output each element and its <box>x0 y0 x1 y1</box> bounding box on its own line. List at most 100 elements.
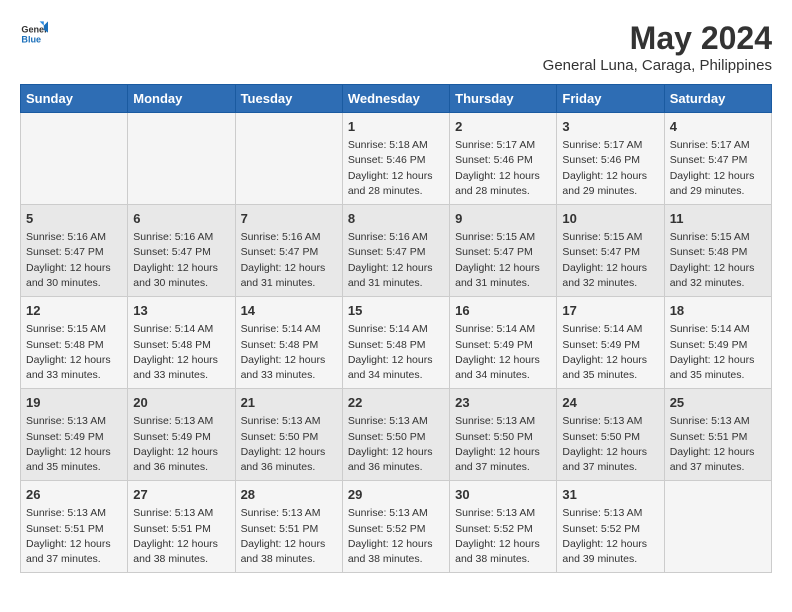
logo: General Blue <box>20 20 48 48</box>
day-number: 25 <box>670 394 766 412</box>
day-number: 2 <box>455 118 551 136</box>
day-info: Sunrise: 5:13 AMSunset: 5:51 PMDaylight:… <box>133 506 229 567</box>
day-info: Sunrise: 5:15 AMSunset: 5:48 PMDaylight:… <box>26 322 122 383</box>
day-number: 19 <box>26 394 122 412</box>
calendar-cell: 24 Sunrise: 5:13 AMSunset: 5:50 PMDayligh… <box>557 389 664 481</box>
day-info: Sunrise: 5:13 AMSunset: 5:49 PMDaylight:… <box>26 414 122 475</box>
calendar-cell: 27Sunrise: 5:13 AMSunset: 5:51 PMDayligh… <box>128 481 235 573</box>
calendar-cell: 13Sunrise: 5:14 AMSunset: 5:48 PMDayligh… <box>128 297 235 389</box>
calendar-cell: 8Sunrise: 5:16 AMSunset: 5:47 PMDaylight… <box>342 205 449 297</box>
day-info: Sunrise: 5:16 AMSunset: 5:47 PMDaylight:… <box>26 230 122 291</box>
calendar-cell: 16Sunrise: 5:14 AMSunset: 5:49 PMDayligh… <box>450 297 557 389</box>
day-info: Sunrise: 5:13 AMSunset: 5:51 PMDaylight:… <box>670 414 766 475</box>
day-header-wednesday: Wednesday <box>342 85 449 113</box>
calendar-cell: 31 Sunrise: 5:13 AMSunset: 5:52 PMDayligh… <box>557 481 664 573</box>
day-number: 12 <box>26 302 122 320</box>
day-number: 26 <box>26 486 122 504</box>
week-row-1: 1 Sunrise: 5:18 AMSunset: 5:46 PMDaylight… <box>21 113 772 205</box>
day-number: 21 <box>241 394 337 412</box>
calendar-cell: 12 Sunrise: 5:15 AMSunset: 5:48 PMDayligh… <box>21 297 128 389</box>
day-info: Sunrise: 5:18 AMSunset: 5:46 PMDaylight:… <box>348 138 444 199</box>
day-number: 10 <box>562 210 658 228</box>
week-row-5: 26 Sunrise: 5:13 AMSunset: 5:51 PMDayligh… <box>21 481 772 573</box>
day-number: 9 <box>455 210 551 228</box>
calendar-cell: 6 Sunrise: 5:16 AMSunset: 5:47 PMDaylight… <box>128 205 235 297</box>
day-info: Sunrise: 5:14 AMSunset: 5:49 PMDaylight:… <box>562 322 658 383</box>
day-number: 15 <box>348 302 444 320</box>
calendar-cell: 11 Sunrise: 5:15 AMSunset: 5:48 PMDayligh… <box>664 205 771 297</box>
day-number: 23 <box>455 394 551 412</box>
day-number: 4 <box>670 118 766 136</box>
calendar-cell: 23Sunrise: 5:13 AMSunset: 5:50 PMDayligh… <box>450 389 557 481</box>
day-number: 1 <box>348 118 444 136</box>
header: General Blue May 2024 General Luna, Cara… <box>20 20 772 74</box>
day-info: Sunrise: 5:17 AMSunset: 5:46 PMDaylight:… <box>562 138 658 199</box>
calendar-cell: 7Sunrise: 5:16 AMSunset: 5:47 PMDaylight… <box>235 205 342 297</box>
day-number: 16 <box>455 302 551 320</box>
calendar-cell <box>128 113 235 205</box>
calendar-cell: 25 Sunrise: 5:13 AMSunset: 5:51 PMDayligh… <box>664 389 771 481</box>
day-number: 18 <box>670 302 766 320</box>
day-number: 29 <box>348 486 444 504</box>
day-header-sunday: Sunday <box>21 85 128 113</box>
logo-icon: General Blue <box>20 20 48 48</box>
day-number: 14 <box>241 302 337 320</box>
calendar-cell <box>664 481 771 573</box>
calendar-cell: 4 Sunrise: 5:17 AMSunset: 5:47 PMDaylight… <box>664 113 771 205</box>
calendar-cell: 22 Sunrise: 5:13 AMSunset: 5:50 PMDayligh… <box>342 389 449 481</box>
week-row-3: 12 Sunrise: 5:15 AMSunset: 5:48 PMDayligh… <box>21 297 772 389</box>
day-number: 8 <box>348 210 444 228</box>
day-number: 11 <box>670 210 766 228</box>
day-header-monday: Monday <box>128 85 235 113</box>
day-number: 30 <box>455 486 551 504</box>
calendar-cell: 1 Sunrise: 5:18 AMSunset: 5:46 PMDaylight… <box>342 113 449 205</box>
subtitle: General Luna, Caraga, Philippines <box>543 57 772 74</box>
day-info: Sunrise: 5:16 AMSunset: 5:47 PMDaylight:… <box>241 230 337 291</box>
svg-text:Blue: Blue <box>21 34 41 44</box>
day-info: Sunrise: 5:14 AMSunset: 5:48 PMDaylight:… <box>348 322 444 383</box>
calendar-table: SundayMondayTuesdayWednesdayThursdayFrid… <box>20 84 772 573</box>
day-number: 24 <box>562 394 658 412</box>
day-info: Sunrise: 5:17 AMSunset: 5:47 PMDaylight:… <box>670 138 766 199</box>
calendar-cell <box>21 113 128 205</box>
day-info: Sunrise: 5:13 AMSunset: 5:49 PMDaylight:… <box>133 414 229 475</box>
day-number: 6 <box>133 210 229 228</box>
day-number: 20 <box>133 394 229 412</box>
day-info: Sunrise: 5:13 AMSunset: 5:50 PMDaylight:… <box>241 414 337 475</box>
calendar-cell: 28 Sunrise: 5:13 AMSunset: 5:51 PMDayligh… <box>235 481 342 573</box>
calendar-cell: 26 Sunrise: 5:13 AMSunset: 5:51 PMDayligh… <box>21 481 128 573</box>
day-info: Sunrise: 5:16 AMSunset: 5:47 PMDaylight:… <box>133 230 229 291</box>
day-info: Sunrise: 5:13 AMSunset: 5:50 PMDaylight:… <box>562 414 658 475</box>
calendar-cell: 5Sunrise: 5:16 AMSunset: 5:47 PMDaylight… <box>21 205 128 297</box>
day-info: Sunrise: 5:13 AMSunset: 5:50 PMDaylight:… <box>348 414 444 475</box>
day-info: Sunrise: 5:15 AMSunset: 5:47 PMDaylight:… <box>562 230 658 291</box>
day-info: Sunrise: 5:15 AMSunset: 5:48 PMDaylight:… <box>670 230 766 291</box>
calendar-cell: 2 Sunrise: 5:17 AMSunset: 5:46 PMDaylight… <box>450 113 557 205</box>
day-number: 3 <box>562 118 658 136</box>
day-info: Sunrise: 5:15 AMSunset: 5:47 PMDaylight:… <box>455 230 551 291</box>
day-number: 17 <box>562 302 658 320</box>
day-number: 31 <box>562 486 658 504</box>
day-header-tuesday: Tuesday <box>235 85 342 113</box>
day-info: Sunrise: 5:13 AMSunset: 5:52 PMDaylight:… <box>562 506 658 567</box>
day-header-saturday: Saturday <box>664 85 771 113</box>
day-number: 13 <box>133 302 229 320</box>
main-title: May 2024 <box>543 20 772 57</box>
day-info: Sunrise: 5:13 AMSunset: 5:51 PMDaylight:… <box>26 506 122 567</box>
calendar-cell: 3 Sunrise: 5:17 AMSunset: 5:46 PMDaylight… <box>557 113 664 205</box>
calendar-cell: 20 Sunrise: 5:13 AMSunset: 5:49 PMDayligh… <box>128 389 235 481</box>
day-info: Sunrise: 5:13 AMSunset: 5:51 PMDaylight:… <box>241 506 337 567</box>
day-info: Sunrise: 5:13 AMSunset: 5:52 PMDaylight:… <box>348 506 444 567</box>
day-info: Sunrise: 5:14 AMSunset: 5:48 PMDaylight:… <box>241 322 337 383</box>
calendar-cell <box>235 113 342 205</box>
calendar-cell: 29 Sunrise: 5:13 AMSunset: 5:52 PMDayligh… <box>342 481 449 573</box>
day-number: 28 <box>241 486 337 504</box>
calendar-cell: 15 Sunrise: 5:14 AMSunset: 5:48 PMDayligh… <box>342 297 449 389</box>
day-info: Sunrise: 5:17 AMSunset: 5:46 PMDaylight:… <box>455 138 551 199</box>
day-number: 22 <box>348 394 444 412</box>
week-row-2: 5Sunrise: 5:16 AMSunset: 5:47 PMDaylight… <box>21 205 772 297</box>
days-header-row: SundayMondayTuesdayWednesdayThursdayFrid… <box>21 85 772 113</box>
calendar-cell: 18Sunrise: 5:14 AMSunset: 5:49 PMDayligh… <box>664 297 771 389</box>
calendar-cell: 14 Sunrise: 5:14 AMSunset: 5:48 PMDayligh… <box>235 297 342 389</box>
calendar-cell: 19 Sunrise: 5:13 AMSunset: 5:49 PMDayligh… <box>21 389 128 481</box>
